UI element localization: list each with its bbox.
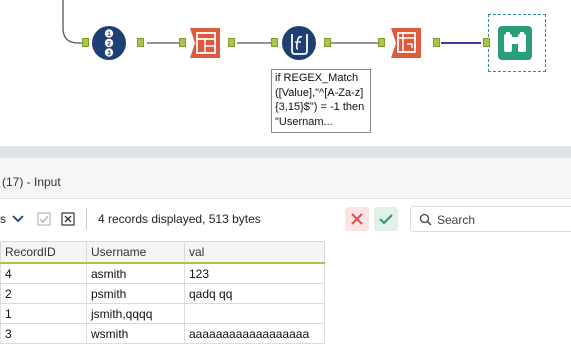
table-header-row: RecordID Username val (0, 241, 325, 264)
table-cell[interactable]: 123 (184, 262, 325, 284)
results-grid: RecordID Username val 4 asmith 123 2 psm… (0, 241, 571, 347)
formula-annotation: if REGEX_Match ([Value],"^[A-Za-z]{3,15}… (271, 69, 371, 133)
column-header-username[interactable]: Username (86, 241, 185, 264)
table-row[interactable]: 4 asmith 123 (0, 262, 325, 284)
results-toolbar: s 4 records displayed, 513 bytes Search (0, 199, 571, 242)
table-cell[interactable]: qadq qq (184, 283, 325, 304)
output-anchor[interactable] (228, 38, 235, 47)
svg-text:2: 2 (107, 41, 111, 48)
search-icon (419, 213, 432, 226)
crosstab-tool[interactable] (388, 25, 424, 61)
chevron-down-icon[interactable] (12, 214, 24, 223)
toolbar-separator (86, 208, 87, 230)
table-cell[interactable]: asmith (86, 262, 185, 284)
record-id-icon: 1 2 3 (92, 26, 126, 60)
output-anchor[interactable] (324, 38, 331, 47)
crosstab-icon (391, 28, 421, 58)
record-id-tool[interactable]: 1 2 3 (91, 25, 127, 61)
column-header-recordid[interactable]: RecordID (0, 241, 87, 264)
table-cell[interactable]: 2 (0, 283, 87, 304)
table-cell[interactable]: aaaaaaaaaaaaaaaaaa (184, 323, 325, 344)
panel-splitter[interactable] (0, 146, 571, 158)
results-title: (17) - Input (2, 175, 61, 189)
search-placeholder: Search (437, 213, 476, 227)
formula-icon (282, 26, 316, 60)
column-header-val[interactable]: val (184, 241, 325, 264)
records-count-text: 4 records displayed, 513 bytes (98, 212, 261, 226)
table-cell[interactable]: psmith (86, 283, 185, 304)
apply-button[interactable] (374, 207, 398, 231)
table-cell[interactable]: 4 (0, 262, 87, 284)
browse-tool[interactable] (497, 25, 533, 61)
transpose-tool[interactable] (187, 25, 223, 61)
close-icon (351, 213, 363, 225)
table-cell[interactable]: 1 (0, 303, 87, 324)
input-anchor[interactable] (179, 38, 186, 47)
table-cell[interactable] (184, 303, 325, 324)
input-anchor[interactable] (271, 38, 278, 47)
check-all-icon[interactable] (37, 212, 51, 226)
input-anchor[interactable] (82, 38, 89, 47)
svg-text:1: 1 (107, 31, 111, 38)
search-box[interactable]: Search (410, 206, 571, 232)
table-row[interactable]: 3 wsmith aaaaaaaaaaaaaaaaaa (0, 323, 325, 344)
results-table: RecordID Username val 4 asmith 123 2 psm… (0, 241, 325, 344)
table-row[interactable]: 2 psmith qadq qq (0, 283, 325, 304)
transpose-icon (190, 28, 220, 58)
table-cell[interactable]: jsmith,qqqq (86, 303, 185, 324)
view-selector-label: s (0, 212, 6, 226)
checkmark-icon (379, 214, 393, 225)
output-anchor[interactable] (433, 38, 440, 47)
clear-selection-icon[interactable] (61, 212, 75, 226)
binoculars-icon (498, 26, 532, 60)
output-anchor[interactable] (137, 38, 144, 47)
results-header: (17) - Input (0, 158, 571, 199)
svg-text:3: 3 (107, 50, 111, 57)
table-cell[interactable]: wsmith (86, 323, 185, 344)
table-cell[interactable]: 3 (0, 323, 87, 344)
workflow-canvas[interactable]: 1 2 3 if REGEX_Match ([Value],"^[A-Za-z]… (0, 0, 571, 146)
input-anchor[interactable] (378, 38, 385, 47)
table-row[interactable]: 1 jsmith,qqqq (0, 303, 325, 324)
input-anchor[interactable] (483, 38, 490, 47)
formula-tool[interactable] (281, 25, 317, 61)
cancel-button[interactable] (345, 207, 369, 231)
